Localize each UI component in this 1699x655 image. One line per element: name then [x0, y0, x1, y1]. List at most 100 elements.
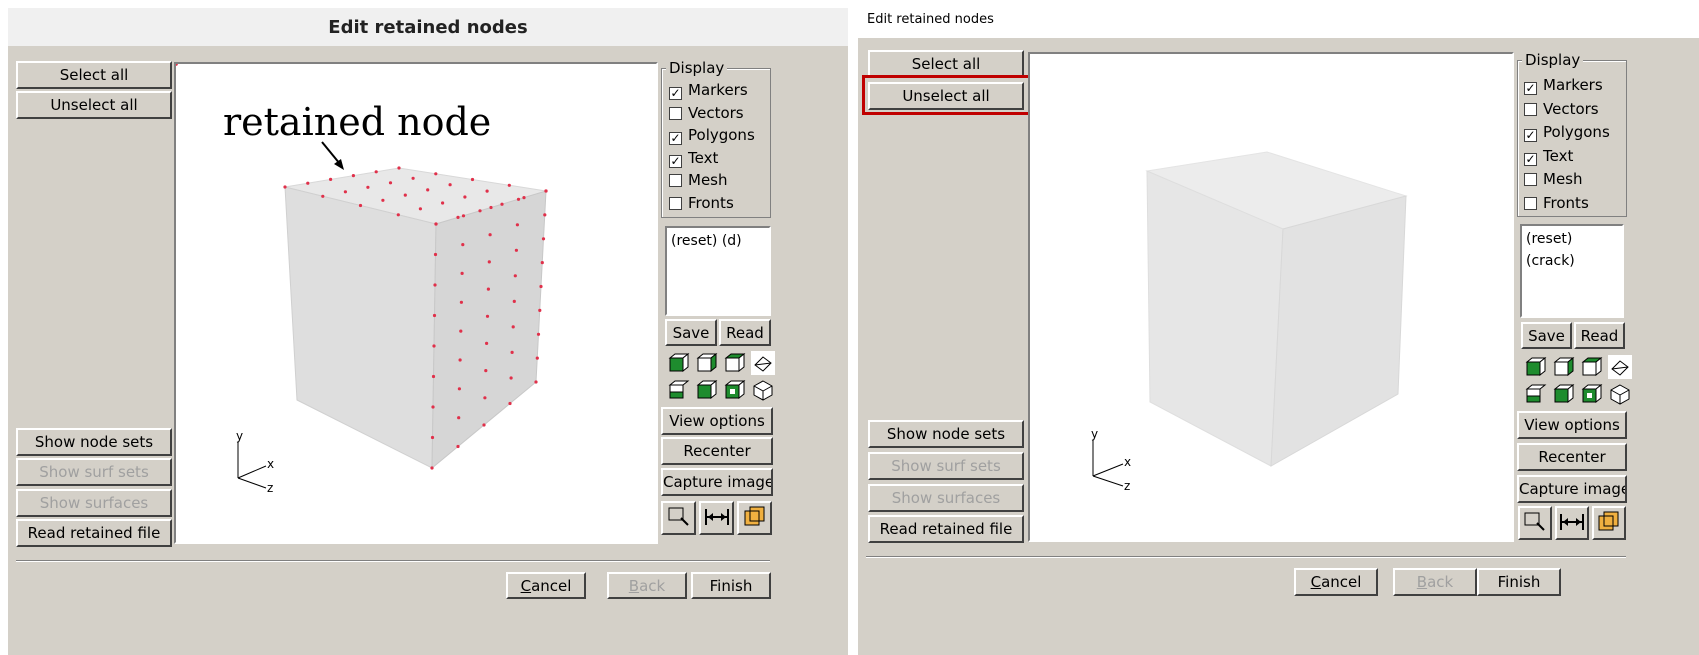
show-node-sets-button[interactable]: Show node sets — [868, 420, 1024, 448]
bounding-box-icon[interactable] — [1592, 506, 1626, 540]
list-item[interactable]: (reset) — [1526, 228, 1618, 250]
view-left-icon[interactable] — [667, 378, 691, 402]
display-option-polygons[interactable]: ✓ Polygons — [669, 126, 755, 145]
view-options-button[interactable]: View options — [1517, 411, 1627, 439]
save-button[interactable]: Save — [1521, 322, 1572, 349]
zoom-icon[interactable] — [661, 501, 696, 535]
display-option-vectors[interactable]: Vectors — [669, 104, 744, 122]
display-option-text[interactable]: ✓ Text — [1524, 147, 1573, 166]
node-marker — [483, 396, 487, 400]
view-bottom-icon[interactable] — [723, 378, 747, 402]
list-item[interactable]: (reset) (d) — [671, 230, 765, 252]
back-button[interactable]: Back — [1393, 568, 1477, 596]
view-back-icon[interactable] — [1552, 355, 1576, 379]
display-option-fronts[interactable]: Fronts — [1524, 194, 1589, 212]
dialog-titlebar: Edit retained nodes — [8, 8, 848, 46]
show-surf-sets-button[interactable]: Show surf sets — [868, 452, 1024, 480]
display-option-markers[interactable]: ✓ Markers — [1524, 76, 1603, 95]
cube-front-face — [284, 186, 437, 469]
3d-viewport[interactable]: y x z — [1028, 52, 1514, 542]
node-marker — [541, 237, 546, 241]
checkbox[interactable]: ✓ — [1524, 129, 1537, 142]
view-icon-grid — [1524, 355, 1632, 406]
checkbox[interactable] — [1524, 196, 1537, 210]
select-all-button[interactable]: Select all — [868, 50, 1024, 78]
show-node-sets-button[interactable]: Show node sets — [16, 428, 172, 456]
node-marker — [418, 207, 422, 211]
back-button[interactable]: Back — [607, 572, 687, 599]
3d-viewport[interactable]: y x z retained node — [174, 62, 658, 544]
node-marker — [459, 329, 463, 333]
view-right-icon[interactable] — [1552, 382, 1576, 406]
view-top-icon[interactable] — [1580, 355, 1604, 379]
view-front-icon[interactable] — [1524, 355, 1548, 379]
view-iso-icon[interactable] — [751, 378, 775, 402]
save-button[interactable]: Save — [665, 319, 717, 346]
display-option-fronts[interactable]: Fronts — [669, 194, 734, 212]
unselect-all-button[interactable]: Unselect all — [16, 91, 172, 119]
display-option-polygons[interactable]: ✓ Polygons — [1524, 123, 1610, 142]
view-bottom-icon[interactable] — [1580, 382, 1604, 406]
cancel-button[interactable]: Cancel — [1294, 568, 1378, 596]
view-right-icon[interactable] — [695, 378, 719, 402]
bounding-box-icon[interactable] — [737, 501, 772, 535]
view-iso-wire-icon[interactable] — [751, 351, 775, 375]
checkbox[interactable] — [669, 174, 682, 187]
checkbox-label: Polygons — [1543, 123, 1610, 141]
read-button[interactable]: Read — [1574, 322, 1625, 349]
retained-node-annotation: retained node — [223, 100, 492, 144]
finish-button[interactable]: Finish — [691, 572, 771, 599]
display-option-vectors[interactable]: Vectors — [1524, 100, 1599, 118]
view-front-icon[interactable] — [667, 351, 691, 375]
recenter-button[interactable]: Recenter — [661, 437, 773, 465]
read-button[interactable]: Read — [719, 319, 771, 346]
set-listbox[interactable]: (reset) (d) — [665, 226, 771, 316]
node-marker — [432, 313, 437, 318]
view-iso-icon[interactable] — [1608, 382, 1632, 406]
show-surfaces-button[interactable]: Show surfaces — [16, 489, 172, 517]
node-marker — [460, 271, 464, 275]
checkbox[interactable] — [669, 196, 682, 210]
display-option-mesh[interactable]: Mesh — [669, 171, 728, 189]
view-options-button[interactable]: View options — [661, 407, 773, 435]
select-all-button[interactable]: Select all — [16, 61, 172, 89]
checkbox[interactable] — [669, 106, 682, 120]
node-marker — [461, 243, 465, 247]
capture-image-button[interactable]: Capture image — [661, 468, 773, 496]
display-option-text[interactable]: ✓ Text — [669, 149, 718, 168]
display-option-markers[interactable]: ✓ Markers — [669, 81, 748, 100]
node-marker — [388, 181, 393, 185]
set-listbox[interactable]: (reset) (crack) — [1520, 224, 1624, 318]
recenter-button[interactable]: Recenter — [1517, 443, 1627, 471]
view-back-icon[interactable] — [695, 351, 719, 375]
read-retained-file-button[interactable]: Read retained file — [868, 515, 1024, 543]
display-option-mesh[interactable]: Mesh — [1524, 170, 1583, 188]
view-left-icon[interactable] — [1524, 382, 1548, 406]
fit-width-icon[interactable] — [699, 501, 734, 535]
highlight-box — [862, 75, 1031, 115]
checkbox[interactable] — [1524, 173, 1537, 186]
finish-button[interactable]: Finish — [1477, 568, 1561, 596]
view-icon-grid — [667, 351, 775, 402]
checkbox[interactable]: ✓ — [669, 132, 682, 145]
show-surfaces-button[interactable]: Show surfaces — [868, 484, 1024, 512]
checkbox[interactable]: ✓ — [1524, 152, 1537, 166]
list-item[interactable]: (crack) — [1526, 250, 1618, 272]
capture-image-button[interactable]: Capture image — [1517, 475, 1627, 503]
checkbox-label: Fronts — [688, 193, 734, 212]
node-marker — [430, 466, 434, 470]
zoom-icon[interactable] — [1518, 506, 1552, 540]
display-group-label: Display — [666, 59, 728, 77]
show-surf-sets-button[interactable]: Show surf sets — [16, 458, 172, 486]
checkbox-label: Mesh — [1543, 170, 1583, 188]
checkbox[interactable]: ✓ — [1524, 82, 1537, 95]
checkbox[interactable]: ✓ — [669, 87, 682, 100]
read-retained-file-button[interactable]: Read retained file — [16, 519, 172, 547]
node-marker — [510, 350, 514, 354]
checkbox[interactable]: ✓ — [669, 154, 682, 168]
checkbox[interactable] — [1524, 102, 1537, 116]
fit-width-icon[interactable] — [1555, 506, 1589, 540]
view-top-icon[interactable] — [723, 351, 747, 375]
view-iso-wire-icon[interactable] — [1608, 355, 1632, 379]
cancel-button[interactable]: Cancel — [506, 572, 586, 599]
